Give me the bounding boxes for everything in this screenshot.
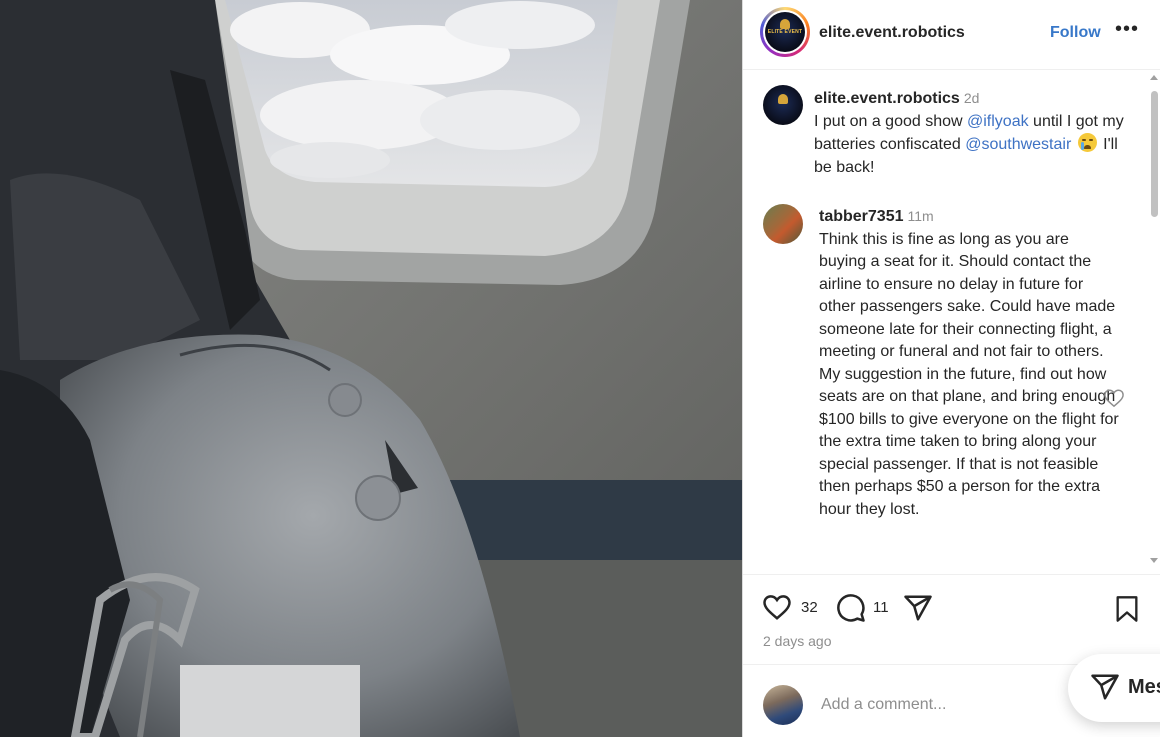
comments-scrollbar[interactable] bbox=[1147, 71, 1160, 574]
messages-button[interactable]: Mes bbox=[1068, 654, 1160, 722]
mention-southwestair[interactable]: @southwestair bbox=[965, 136, 1071, 153]
more-icon[interactable]: ••• bbox=[1115, 18, 1139, 41]
scroll-thumb[interactable] bbox=[1151, 91, 1158, 217]
comments-list: elite.event.robotics 2d I put on a good s… bbox=[743, 71, 1160, 574]
post-photo bbox=[0, 0, 742, 737]
comment: tabber7351 11m Think this is fine as long… bbox=[819, 205, 1119, 521]
comment-input[interactable] bbox=[819, 695, 1023, 715]
comment-username[interactable]: tabber7351 bbox=[819, 208, 904, 225]
caption-time: 2d bbox=[963, 90, 980, 106]
profile-avatar[interactable]: ELITE EVENT bbox=[760, 7, 810, 57]
posted-time[interactable]: 2 days ago bbox=[763, 633, 832, 649]
caption-text-1: I put on a good show bbox=[814, 112, 967, 130]
comment-text: Think this is fine as long as you are bu… bbox=[819, 230, 1119, 518]
caption-avatar[interactable] bbox=[763, 85, 803, 125]
comment-count[interactable]: 11 bbox=[873, 599, 889, 616]
comment-icon[interactable] bbox=[836, 593, 866, 628]
follow-button[interactable]: Follow bbox=[1050, 24, 1101, 42]
post-username[interactable]: elite.event.robotics bbox=[819, 24, 965, 42]
comment-avatar[interactable] bbox=[763, 204, 803, 244]
post-header: ELITE EVENT elite.event.robotics Follow … bbox=[743, 0, 1160, 70]
user-avatar bbox=[763, 685, 803, 725]
logo-text: ELITE EVENT bbox=[767, 29, 803, 35]
messages-label: Mes bbox=[1128, 676, 1160, 698]
comment-like-heart-icon[interactable] bbox=[1103, 388, 1125, 413]
send-icon bbox=[1090, 672, 1120, 707]
post-detail-panel: ELITE EVENT elite.event.robotics Follow … bbox=[742, 0, 1160, 737]
caption-username[interactable]: elite.event.robotics bbox=[814, 90, 960, 107]
brand-logo: ELITE EVENT bbox=[765, 12, 805, 52]
scroll-up-arrow-icon[interactable] bbox=[1150, 75, 1158, 80]
heart-icon[interactable] bbox=[762, 593, 792, 626]
share-icon[interactable] bbox=[903, 593, 933, 628]
mention-iflyoak[interactable]: @iflyoak bbox=[967, 113, 1029, 130]
bookmark-icon[interactable] bbox=[1115, 595, 1139, 628]
like-count[interactable]: 32 bbox=[801, 599, 818, 616]
crying-emoji-icon bbox=[1077, 133, 1097, 152]
post-actions: 32 11 2 days ago bbox=[743, 574, 1160, 664]
robot-figure-icon bbox=[778, 94, 788, 104]
comment-time: 11m bbox=[907, 208, 934, 224]
scroll-down-arrow-icon[interactable] bbox=[1150, 558, 1158, 563]
caption: elite.event.robotics 2d I put on a good s… bbox=[814, 87, 1124, 179]
robot-figure-icon bbox=[780, 19, 790, 29]
